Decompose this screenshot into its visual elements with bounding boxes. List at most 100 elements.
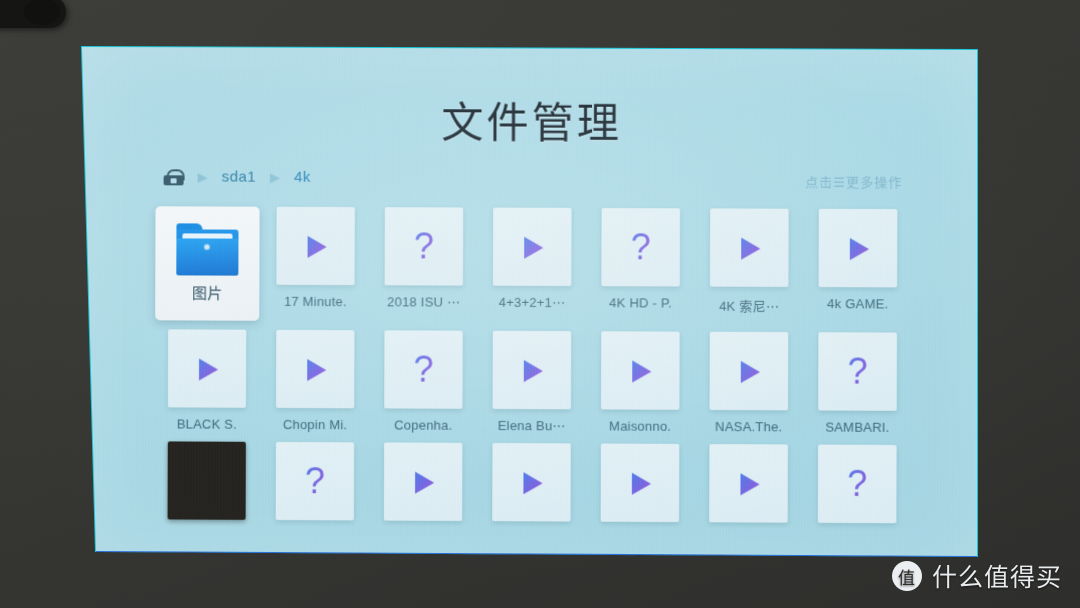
question-mark-icon: ?: [304, 460, 325, 502]
play-icon: [627, 469, 653, 497]
file-item-label: Copenha.: [394, 417, 453, 433]
file-item[interactable]: [694, 444, 803, 523]
file-item[interactable]: ? Copenha.: [369, 330, 478, 434]
play-icon-svg: [740, 473, 760, 496]
file-item-tile[interactable]: [601, 331, 680, 410]
file-item-tile[interactable]: [276, 206, 355, 286]
play-icon: [303, 232, 329, 260]
file-item-tile[interactable]: [709, 331, 789, 411]
file-item-tile[interactable]: ?: [818, 332, 897, 411]
file-item[interactable]: [477, 442, 586, 522]
file-item-tile[interactable]: ?: [384, 207, 464, 286]
file-item-tile[interactable]: [709, 208, 789, 287]
file-item-label: Chopin Mi.: [282, 416, 348, 433]
file-item-tile[interactable]: [383, 442, 463, 521]
question-mark-icon: ?: [847, 350, 868, 392]
more-actions-hint: 点击☰更多操作: [805, 174, 903, 191]
file-item-tile[interactable]: [818, 208, 898, 288]
file-item[interactable]: ?: [803, 444, 912, 524]
file-item[interactable]: Chopin Mi.: [261, 329, 370, 434]
play-icon-svg: [741, 237, 761, 260]
file-item[interactable]: [369, 442, 478, 521]
file-item[interactable]: 17 Minute.: [261, 206, 370, 322]
play-icon: [735, 469, 761, 497]
play-icon-svg: [306, 358, 326, 381]
play-icon: [845, 234, 871, 262]
watermark-text: 什么值得买: [931, 564, 1062, 592]
photo-scene: 文件管理 ▶ sda1 ▶ 4k 点击☰更多操作 图片 17 Minute.? 20…: [0, 0, 1080, 608]
file-item-label: 2018 ISU ⋯: [387, 294, 461, 310]
play-icon-svg: [849, 238, 870, 261]
file-item[interactable]: 4k GAME.: [803, 208, 912, 324]
file-item-tile[interactable]: [600, 443, 680, 523]
breadcrumb-separator-1: ▶: [197, 169, 208, 185]
play-icon-svg: [631, 472, 652, 495]
file-item-label: 4K HD - P.: [609, 295, 672, 311]
file-item-label: 4+3+2+1⋯: [498, 294, 566, 311]
file-item-tile[interactable]: [167, 329, 247, 408]
file-item-tile[interactable]: [492, 330, 572, 410]
play-icon-svg: [414, 470, 434, 493]
question-mark-icon: ?: [847, 462, 868, 505]
file-item-tile[interactable]: [492, 207, 572, 287]
file-item-label: 4K 索尼⋯: [719, 298, 780, 314]
play-icon-svg: [632, 360, 652, 383]
breadcrumb-separator-2: ▶: [269, 169, 280, 185]
file-item[interactable]: 4+3+2+1⋯: [478, 207, 587, 323]
file-item-card-selected[interactable]: 图片: [155, 206, 260, 321]
play-icon: [519, 356, 545, 384]
play-icon: [736, 234, 762, 262]
page-title: 文件管理: [441, 99, 623, 147]
file-item[interactable]: ? 2018 ISU ⋯: [369, 207, 478, 322]
projected-screen: 文件管理 ▶ sda1 ▶ 4k 点击☰更多操作 图片 17 Minute.? 20…: [82, 47, 977, 556]
play-icon-svg: [523, 359, 543, 383]
watermark: 值 什么值得买: [891, 558, 1062, 594]
file-item[interactable]: 图片: [153, 206, 261, 321]
file-item[interactable]: ? SAMBARI.: [803, 332, 912, 436]
file-item-label: 17 Minute.: [283, 293, 347, 310]
folder-icon: [176, 223, 239, 276]
file-item-tile[interactable]: ?: [275, 441, 355, 521]
disk-icon[interactable]: [163, 168, 185, 185]
file-item-tile[interactable]: ?: [817, 444, 897, 524]
play-icon-svg: [523, 472, 543, 495]
file-item[interactable]: ?: [261, 441, 369, 521]
dark-object: [0, 0, 66, 28]
file-item-tile[interactable]: [709, 444, 788, 523]
play-icon-svg: [740, 360, 760, 384]
question-mark-icon: ?: [630, 226, 651, 268]
breadcrumb-item-sda1[interactable]: sda1: [222, 169, 256, 186]
play-icon: [302, 355, 328, 383]
file-item-label: 4k GAME.: [827, 296, 889, 312]
file-item[interactable]: Maisonno.: [586, 331, 695, 435]
file-item-label: 图片: [192, 285, 223, 303]
file-item-label: SAMBARI.: [825, 419, 890, 435]
play-icon: [518, 468, 544, 496]
play-icon-svg: [198, 358, 218, 381]
file-item-tile[interactable]: ?: [601, 207, 681, 287]
play-icon: [194, 355, 220, 383]
file-item[interactable]: NASA.The.: [694, 331, 803, 436]
file-item[interactable]: BLACK S.: [153, 329, 261, 433]
file-item-label: BLACK S.: [176, 416, 237, 432]
video-thumbnail[interactable]: [167, 441, 246, 520]
file-item-tile[interactable]: [276, 329, 355, 409]
play-icon-svg: [307, 235, 327, 258]
watermark-logo-icon: 值: [891, 561, 922, 591]
play-icon: [736, 357, 762, 385]
file-item-label: NASA.The.: [715, 419, 783, 435]
file-item[interactable]: Elena Bu⋯: [477, 330, 586, 435]
file-item-tile[interactable]: [492, 442, 571, 522]
file-item[interactable]: 4K 索尼⋯: [695, 208, 804, 323]
breadcrumb: ▶ sda1 ▶ 4k: [163, 168, 311, 186]
file-item[interactable]: ? 4K HD - P.: [586, 207, 695, 323]
question-mark-icon: ?: [413, 348, 434, 390]
play-icon: [627, 356, 653, 384]
file-manager-ui: 文件管理 ▶ sda1 ▶ 4k 点击☰更多操作 图片 17 Minute.? 20…: [82, 47, 977, 556]
file-item-tile[interactable]: ?: [384, 330, 463, 409]
breadcrumb-item-4k[interactable]: 4k: [294, 169, 311, 186]
play-icon: [519, 233, 545, 261]
file-item[interactable]: [153, 441, 261, 520]
play-icon: [410, 468, 436, 496]
file-item[interactable]: [586, 443, 695, 523]
